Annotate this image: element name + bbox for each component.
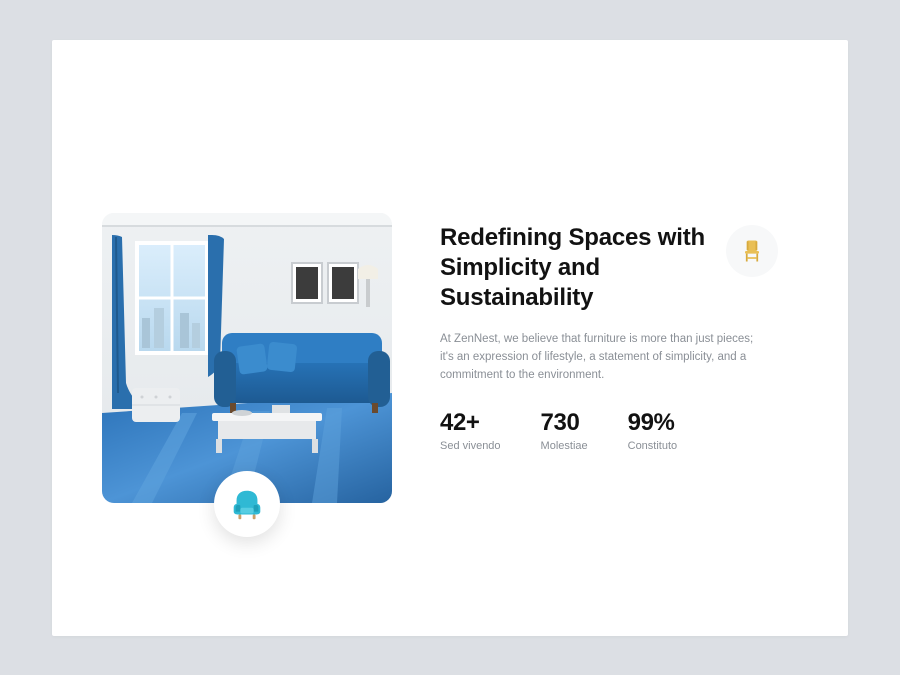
stat-item: 730 Molestiae	[541, 409, 588, 452]
stat-item: 99% Constituto	[628, 409, 678, 452]
stat-value: 99%	[628, 409, 678, 437]
page-heading: Redefining Spaces with Simplicity and Su…	[440, 223, 710, 313]
stat-label: Molestiae	[541, 440, 588, 452]
stat-value: 730	[541, 409, 588, 437]
image-column	[102, 213, 392, 503]
armchair-icon-badge	[214, 471, 280, 537]
about-card: Redefining Spaces with Simplicity and Su…	[52, 40, 848, 636]
chair-icon	[738, 237, 766, 265]
room-illustration	[102, 213, 392, 503]
stat-label: Constituto	[628, 440, 678, 452]
stats-row: 42+ Sed vivendo 730 Molestiae 99% Consti…	[440, 409, 778, 452]
stat-item: 42+ Sed vivendo	[440, 409, 501, 452]
content-column: Redefining Spaces with Simplicity and Su…	[440, 223, 798, 451]
chair-icon-badge	[726, 225, 778, 277]
stat-value: 42+	[440, 409, 501, 437]
stat-label: Sed vivendo	[440, 440, 501, 452]
armchair-icon	[228, 485, 266, 523]
description-text: At ZenNest, we believe that furniture is…	[440, 331, 760, 384]
heading-row: Redefining Spaces with Simplicity and Su…	[440, 223, 778, 313]
